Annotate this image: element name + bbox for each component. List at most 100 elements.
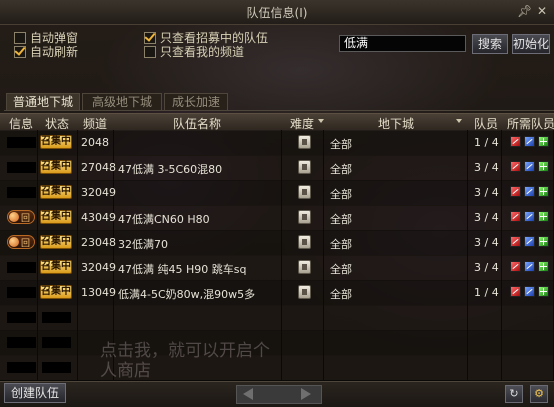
only-my-channel-label: 只查看我的频道	[160, 45, 245, 59]
team-name-text: 低满4-5C奶80w,混90w5多	[118, 288, 256, 301]
gear-icon[interactable]: ⚙	[530, 385, 548, 403]
create-team-button[interactable]: 创建队伍	[4, 383, 66, 403]
info-placeholder	[7, 162, 36, 173]
table-row[interactable]: 召集中 27048 47低满 3-5C60混80 全部 3 / 4	[0, 155, 554, 181]
info-placeholder	[7, 137, 36, 148]
damage-role-icon	[510, 211, 521, 222]
table-header: 信息 状态 频道 队伍名称 难度 地下城 队员 所需队员	[0, 113, 554, 131]
table-cell	[502, 355, 554, 380]
healer-role-icon	[538, 161, 549, 172]
dungeon-text: 全部	[330, 263, 352, 276]
info-placeholder	[7, 187, 36, 198]
mage-role-icon	[524, 161, 535, 172]
title-bar[interactable]: 队伍信息(I) 📌︎ ✕	[0, 0, 554, 25]
reset-button[interactable]: 初始化	[512, 34, 550, 54]
channel-text: 32049	[81, 186, 116, 199]
dungeon-dropdown-icon[interactable]	[456, 119, 462, 123]
empty-row	[0, 330, 554, 356]
table-cell	[78, 305, 114, 330]
table-cell	[282, 305, 324, 330]
team-name-text: 32低满70	[118, 238, 168, 251]
channel-text: 27048	[81, 161, 116, 174]
lock-icon	[298, 235, 311, 249]
next-page-icon[interactable]	[301, 388, 311, 400]
team-name-text: 47低满 纯45 H90 跳车sq	[118, 263, 247, 276]
tab-normal-dungeon[interactable]: 普通地下城	[6, 93, 80, 111]
dungeon-text: 全部	[330, 188, 352, 201]
auto-refresh-option[interactable]: 自动刷新	[14, 43, 78, 60]
tab-growth-boost[interactable]: 成长加速	[164, 93, 228, 111]
refresh-icon[interactable]: ↻	[505, 385, 523, 403]
voice-icon[interactable]: 回	[7, 235, 35, 249]
only-my-channel-option[interactable]: 只查看我的频道	[144, 43, 244, 60]
healer-role-icon	[538, 286, 549, 297]
search-input[interactable]: 低满	[339, 35, 466, 52]
mage-role-icon	[524, 261, 535, 272]
mage-role-icon	[524, 236, 535, 247]
status-badge: 召集中	[40, 160, 72, 174]
lock-icon	[298, 260, 311, 274]
mage-role-icon	[524, 286, 535, 297]
table-row[interactable]: 召集中 13049 低满4-5C奶80w,混90w5多 全部 1 / 4	[0, 280, 554, 306]
prev-page-icon[interactable]	[243, 388, 253, 400]
table-cell	[114, 355, 282, 380]
table-row[interactable]: 召集中 32049 全部 3 / 4	[0, 180, 554, 206]
pin-icon[interactable]: 📌︎	[517, 4, 532, 18]
difficulty-dropdown-icon[interactable]	[318, 119, 324, 123]
auto-popup-checkbox[interactable]	[14, 31, 26, 44]
status-badge: 召集中	[40, 260, 72, 274]
channel-text: 23048	[81, 236, 116, 249]
status-badge: 召集中	[40, 135, 72, 149]
channel-text: 13049	[81, 286, 116, 299]
auto-refresh-checkbox[interactable]	[14, 45, 26, 58]
table-row[interactable]: 召集中 2048 全部 1 / 4	[0, 130, 554, 156]
healer-role-icon	[538, 136, 549, 147]
dungeon-text: 全部	[330, 163, 352, 176]
table-row[interactable]: 回召集中 23048 32低满70 全部 3 / 4	[0, 230, 554, 256]
empty-row	[0, 305, 554, 331]
status-badge: 召集中	[40, 285, 72, 299]
window-title: 队伍信息(I)	[246, 6, 308, 20]
team-name-text: 47低满 3-5C60混80	[118, 163, 223, 176]
table-cell	[502, 330, 554, 355]
lock-icon	[298, 210, 311, 224]
info-placeholder	[7, 362, 36, 373]
info-placeholder	[7, 312, 36, 323]
status-badge: 召集中	[40, 235, 72, 249]
status-placeholder	[42, 312, 71, 323]
info-placeholder	[7, 262, 36, 273]
status-badge: 召集中	[40, 185, 72, 199]
healer-role-icon	[538, 261, 549, 272]
table-cell	[114, 180, 282, 205]
damage-role-icon	[510, 236, 521, 247]
members-text: 3 / 4	[474, 186, 499, 199]
dungeon-text: 全部	[330, 213, 352, 226]
members-text: 3 / 4	[474, 236, 499, 249]
voice-icon[interactable]: 回	[7, 210, 35, 224]
search-button[interactable]: 搜索	[472, 34, 508, 54]
dungeon-text: 全部	[330, 288, 352, 301]
table-cell	[324, 355, 468, 380]
table-row[interactable]: 回召集中 43049 47低满CN60 H80 全部 3 / 4	[0, 205, 554, 231]
table-cell	[502, 305, 554, 330]
channel-text: 43049	[81, 211, 116, 224]
members-text: 3 / 4	[474, 211, 499, 224]
close-icon[interactable]: ✕	[537, 4, 547, 18]
damage-role-icon	[510, 286, 521, 297]
mage-role-icon	[524, 136, 535, 147]
dungeon-text: 全部	[330, 238, 352, 251]
only-recruiting-checkbox[interactable]	[144, 31, 156, 44]
status-badge: 召集中	[40, 210, 72, 224]
status-placeholder	[42, 362, 71, 373]
table-cell	[114, 330, 282, 355]
mage-role-icon	[524, 186, 535, 197]
members-text: 3 / 4	[474, 161, 499, 174]
info-placeholder	[7, 337, 36, 348]
table-row[interactable]: 召集中 32049 47低满 纯45 H90 跳车sq 全部 3 / 4	[0, 255, 554, 281]
info-placeholder	[7, 287, 36, 298]
tab-advanced-dungeon[interactable]: 高级地下城	[82, 93, 162, 111]
table-cell	[468, 305, 502, 330]
lock-icon	[298, 185, 311, 199]
damage-role-icon	[510, 161, 521, 172]
only-my-channel-checkbox[interactable]	[144, 45, 156, 58]
